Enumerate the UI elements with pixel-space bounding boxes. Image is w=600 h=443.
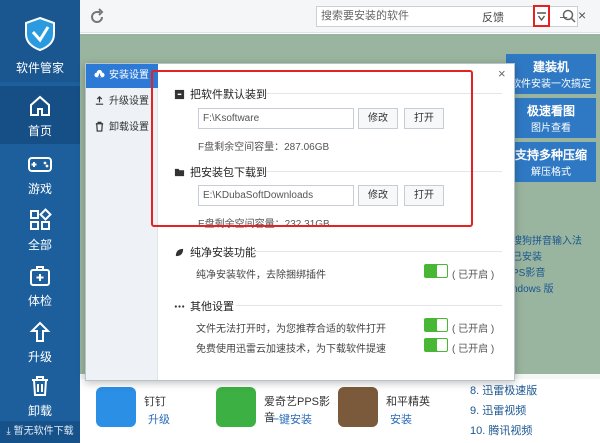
top-bar: 搜索要安装的软件 反馈 – × [80, 0, 600, 33]
nav-label: 游戏 [27, 182, 52, 196]
pure-install-desc: 纯净安装软件，去除捆绑插件 [196, 270, 326, 281]
dingtalk-icon [96, 387, 136, 427]
list-item[interactable]: 9. 迅雷视频 [470, 401, 600, 421]
divider [236, 305, 502, 306]
list-item[interactable]: 已安装 [512, 250, 600, 266]
trash-icon [95, 121, 104, 132]
tab-install-settings[interactable]: 安装设置 [86, 64, 158, 88]
iqiyi-icon [216, 387, 256, 427]
tab-upgrade-settings[interactable]: 升级设置 [86, 90, 158, 114]
app-row: 钉钉 升级 爱奇艺PPS影音 一键安装 和平精英 安装 8. 迅雷极速版 9. … [80, 379, 600, 443]
download-icon: ⤓ [6, 426, 11, 437]
gamepad-icon [28, 157, 52, 172]
nav-label: 全部 [27, 238, 52, 252]
more-icon [174, 305, 185, 308]
menu-icon [537, 12, 546, 22]
refresh-icon[interactable] [88, 8, 106, 26]
minimize-button[interactable]: – [560, 9, 567, 24]
divider [252, 251, 502, 252]
pure-install-toggle[interactable] [424, 264, 448, 278]
nav-label: 卸载 [27, 404, 52, 418]
list-item[interactable]: ndows 版 [512, 282, 600, 298]
other-settings-title: 其他设置 [174, 298, 504, 314]
grid-icon [30, 208, 52, 230]
nav-item-games[interactable]: 游戏 [0, 144, 80, 202]
nav-item-checkup[interactable]: 体检 [0, 256, 80, 314]
list-item[interactable]: PS影音 [512, 266, 600, 282]
app-logo: 软件管家 [0, 0, 80, 82]
app-action[interactable]: 一键安装 [268, 411, 312, 427]
feedback-link[interactable]: 反馈 [482, 9, 504, 25]
upload-icon [95, 95, 104, 105]
other-option-1-desc: 文件无法打开时，为您推荐合适的软件打开 [196, 324, 386, 335]
promo-card[interactable]: 支持多种压缩 解压格式 [506, 142, 596, 182]
toggle-state: ( 已开启 ) [452, 324, 495, 335]
nav-item-uninstall[interactable]: 卸载 [0, 366, 80, 424]
menu-button[interactable] [533, 5, 550, 27]
game-icon [338, 387, 378, 427]
medkit-icon [30, 266, 50, 286]
rank-list: 搜狗拼音输入法 已安装 PS影音 ndows 版 [512, 234, 600, 298]
other-option-2-toggle[interactable] [424, 338, 448, 352]
settings-sidebar: 安装设置 升级设置 卸载设置 [86, 64, 158, 380]
nav-item-all[interactable]: 全部 [0, 200, 80, 258]
tab-uninstall-settings[interactable]: 卸载设置 [86, 116, 158, 140]
upgrade-icon [29, 321, 51, 342]
list-item[interactable]: 10. 腾讯视频 [470, 421, 600, 441]
nav-item-upgrade[interactable]: 升级 [0, 312, 80, 370]
trash-icon [32, 376, 48, 396]
toggle-state: ( 已开启 ) [452, 344, 495, 355]
promo-card[interactable]: 极速看图 图片查看 [506, 98, 596, 138]
other-option-2-desc: 免费使用迅雷云加速技术，为下载软件提速 [196, 344, 386, 355]
pure-install-section-title: 纯净安装功能 [174, 244, 504, 260]
nav-item-home[interactable]: 首页 [0, 86, 80, 144]
promo-card[interactable]: 建装机 软件安装一次搞定 [506, 54, 596, 94]
home-icon [30, 95, 50, 116]
download-status[interactable]: ⤓ 暂无软件下载 [0, 421, 80, 443]
highlight-box [151, 70, 473, 227]
promo-cards: 建装机 软件安装一次搞定 极速看图 图片查看 支持多种压缩 解压格式 [506, 54, 596, 186]
list-item[interactable]: 8. 迅雷极速版 [470, 381, 600, 401]
close-button[interactable]: × [578, 7, 586, 23]
cloud-download-icon [94, 69, 105, 79]
app-action[interactable]: 升级 [148, 411, 170, 427]
shield-logo-icon [25, 16, 55, 52]
list-item[interactable]: 搜狗拼音输入法 [512, 234, 600, 250]
app-action[interactable]: 安装 [390, 411, 412, 427]
toggle-state: ( 已开启 ) [452, 270, 495, 281]
nav-label: 首页 [27, 124, 52, 138]
dialog-close-button[interactable]: × [498, 66, 506, 81]
hot-list: 8. 迅雷极速版 9. 迅雷视频 10. 腾讯视频 [470, 381, 600, 441]
other-option-1-toggle[interactable] [424, 318, 448, 332]
nav-label: 升级 [27, 350, 52, 364]
nav-label: 体检 [27, 294, 52, 308]
leaf-icon [175, 248, 184, 257]
left-nav: 软件管家 首页 游戏 全部 体检 升级 卸载 ⤓ 暂无软件下载 [0, 0, 80, 443]
app-name: 软件管家 [15, 61, 64, 75]
